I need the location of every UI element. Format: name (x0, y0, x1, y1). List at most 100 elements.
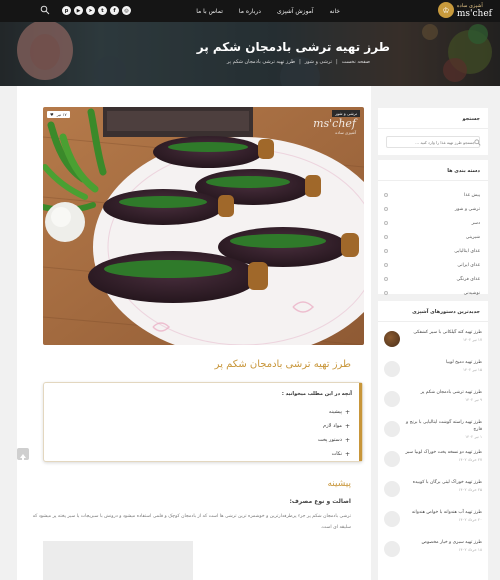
instagram-icon[interactable]: ◎ (122, 6, 131, 15)
recipe-title[interactable]: طرز تهیه سبزی و خیار مخصوص (402, 539, 482, 546)
arrow-up-icon (20, 454, 26, 460)
telegram-icon[interactable]: ➤ (86, 6, 95, 15)
toc-item[interactable]: + دستور پخت (318, 433, 350, 447)
recipe-item[interactable]: طرز تهیه سبزی و خیار مخصوص ۱۸ خرداد ۱۴۰۲ (384, 539, 482, 569)
category-item[interactable]: شیرینی (384, 230, 480, 244)
watermark-text: ms'chef (313, 117, 356, 130)
category-label: نوشیدنی (463, 290, 480, 296)
eggplant-photo (43, 107, 364, 345)
recipe-date: ۱۸ خرداد ۱۴۰۲ (458, 547, 482, 552)
recipe-title[interactable]: طرز تهیه آب هندوانه با خواص هندوانه (402, 509, 482, 516)
category-item[interactable]: غذای فرنگی (384, 272, 480, 286)
back-to-top-button[interactable] (17, 448, 29, 460)
category-list: پیش غذا ترشی و شور دسر شیرینی غذای ایتال… (384, 188, 480, 300)
recipe-title[interactable]: طرز تهیه راسته گوشت ایتالیایی با برنج و … (402, 419, 482, 433)
recipe-thumbnail[interactable] (384, 511, 400, 527)
facebook-icon[interactable]: f (110, 6, 119, 15)
recipe-title[interactable]: طرز تهیه ترشی بادمجان شکم پر (402, 389, 482, 396)
social-links: p ▶ ➤ t f ◎ (62, 6, 131, 15)
latest-recipes-title: جدیدترین دستورهای آشپزی (412, 309, 480, 315)
category-item[interactable]: غذای ایرانی (384, 258, 480, 272)
recipe-thumbnail[interactable] (384, 481, 400, 497)
youtube-icon[interactable]: ▶ (74, 6, 83, 15)
toc-title: آنچه در این مطلب میخوانید : (281, 391, 352, 397)
site-logo[interactable]: آشپزی ساده ms'chef ♔ (437, 2, 492, 19)
circle-icon (384, 221, 388, 225)
recipe-item[interactable]: طرز تهیه خوراک لیتی برگان با کوبیده ۲۵ خر… (384, 479, 482, 509)
category-item[interactable]: ترشی و شور (384, 202, 480, 216)
recipe-thumbnail[interactable] (384, 391, 400, 407)
recipe-title[interactable]: طرز تهیه دو نسخه پخت خوراک لوبیا سبز (402, 449, 482, 456)
toc-item-label: مواد لازم (323, 423, 342, 429)
recipe-thumbnail[interactable] (384, 361, 400, 377)
recipe-text: طرز تهیه آب هندوانه با خواص هندوانه ۲۰ خر… (402, 509, 482, 522)
recipe-text: طرز تهیه دو نسخه پخت خوراک لوبیا سبز ۲۷ خ… (402, 449, 482, 462)
search-input[interactable] (386, 136, 480, 148)
recipe-date: ۱۷ تیر ۱۴۰۲ (463, 337, 482, 342)
category-badge[interactable]: ترشی و شور (332, 110, 360, 117)
recipe-thumbnail[interactable] (384, 421, 400, 437)
category-label: غذای فرنگی (456, 276, 480, 282)
logo-wordmark: آشپزی ساده ms'chef (456, 2, 492, 19)
recipe-date: ۲۰ خرداد ۱۴۰۲ (458, 517, 482, 522)
table-of-contents: آنچه در این مطلب میخوانید : + پیشینه + موا… (43, 382, 363, 462)
recipe-title[interactable]: طرز تهیه خوراک لیتی برگان با کوبیده (402, 479, 482, 486)
recipe-date: ۱۵ تیر ۱۴۰۲ (463, 367, 482, 372)
search-icon[interactable] (40, 5, 50, 15)
recipe-thumbnail[interactable] (384, 541, 400, 557)
category-item[interactable]: نوشیدنی (384, 286, 480, 300)
chef-hat-icon: ♔ (437, 2, 454, 18)
category-label: غذای ایرانی (457, 262, 480, 268)
nav-item-home[interactable]: خانه (330, 8, 340, 15)
recipe-date: ۲۷ خرداد ۱۴۰۲ (458, 457, 482, 462)
page-title: طرز تهیه ترشی بادمجان شکم پر (196, 40, 390, 54)
pinterest-icon[interactable]: p (62, 6, 71, 15)
divider (378, 321, 488, 322)
section-heading: پیشینه (327, 479, 351, 489)
recipe-item[interactable]: طرز تهیه دمپخ لوبیا ۱۵ تیر ۱۴۰۲ (384, 359, 482, 389)
recipe-thumbnail[interactable] (384, 331, 400, 347)
category-label: پیش غذا (463, 192, 480, 198)
category-item[interactable]: پیش غذا (384, 188, 480, 202)
main-nav: خانه آموزش آشپزی درباره ما تماس با ما (196, 0, 340, 22)
recipe-item[interactable]: طرز تهیه آب هندوانه با خواص هندوانه ۲۰ خر… (384, 509, 482, 539)
breadcrumb-category[interactable]: ترشی و شور (305, 59, 332, 65)
section-paragraph: ترشی بادمجان شکم پر جزء پرطرفدارترین و خ… (32, 514, 351, 530)
categories-widget: دسته بندی ها پیش غذا ترشی و شور دسر شیری… (378, 160, 488, 296)
heart-icon[interactable]: ♥ (50, 112, 54, 117)
breadcrumb-home[interactable]: صفحه نخست (342, 59, 370, 65)
post-title: طرز تهیه ترشی بادمجان شکم پر (214, 359, 351, 370)
recipe-text: طرز تهیه دمپخ لوبیا ۱۵ تیر ۱۴۰۲ (402, 359, 482, 372)
category-item[interactable]: غذای ایتالیایی (384, 244, 480, 258)
nav-item-contact[interactable]: تماس با ما (196, 8, 223, 15)
recipe-title[interactable]: طرز تهیه دمپخ لوبیا (402, 359, 482, 366)
recipe-item[interactable]: طرز تهیه دو نسخه پخت خوراک لوبیا سبز ۲۷ خ… (384, 449, 482, 479)
plus-icon: + (344, 450, 350, 458)
latest-recipes-widget: جدیدترین دستورهای آشپزی طرز تهیه کته گیل… (378, 301, 488, 580)
search-icon[interactable] (474, 139, 481, 146)
image-watermark: ms'chef آشپزی ساده (313, 117, 356, 135)
article-card: ترشی و شور ۱۷ تیر ♥ ms'chef آشپزی ساده ط… (17, 86, 371, 580)
recipe-text: طرز تهیه سبزی و خیار مخصوص ۱۸ خرداد ۱۴۰۲ (402, 539, 482, 552)
recipe-item[interactable]: طرز تهیه راسته گوشت ایتالیایی با برنج و … (384, 419, 482, 449)
nav-item-about[interactable]: درباره ما (239, 8, 261, 15)
section-subheading: اصالت و نوع مصرف: (289, 498, 351, 505)
category-label: غذای ایتالیایی (454, 248, 480, 254)
nav-item-cooking[interactable]: آموزش آشپزی (277, 8, 314, 15)
search-widget: جستجو (378, 108, 488, 155)
circle-icon (384, 207, 388, 211)
category-item[interactable]: دسر (384, 216, 480, 230)
recipe-item[interactable]: طرز تهیه ترشی بادمجان شکم پر ۹ تیر ۱۴۰۲ (384, 389, 482, 419)
toc-item[interactable]: + نکات (318, 447, 350, 461)
toc-item[interactable]: + مواد لازم (318, 419, 350, 433)
breadcrumb: صفحه نخست | ترشی و شور | طرز تهیه ترشی ب… (227, 59, 370, 65)
logo-name: ms'chef (456, 9, 492, 19)
twitter-icon[interactable]: t (98, 6, 107, 15)
toc-item[interactable]: + پیشینه (318, 405, 350, 419)
date-badge-text: ۱۷ تیر (56, 112, 67, 117)
plus-icon: + (344, 436, 350, 444)
recipe-thumbnail[interactable] (384, 451, 400, 467)
recipe-item[interactable]: طرز تهیه کته گیلکانی با سیر کشفکی ۱۷ تیر … (384, 329, 482, 359)
recipe-title[interactable]: طرز تهیه کته گیلکانی با سیر کشفکی (402, 329, 482, 336)
category-label: شیرینی (465, 234, 480, 240)
